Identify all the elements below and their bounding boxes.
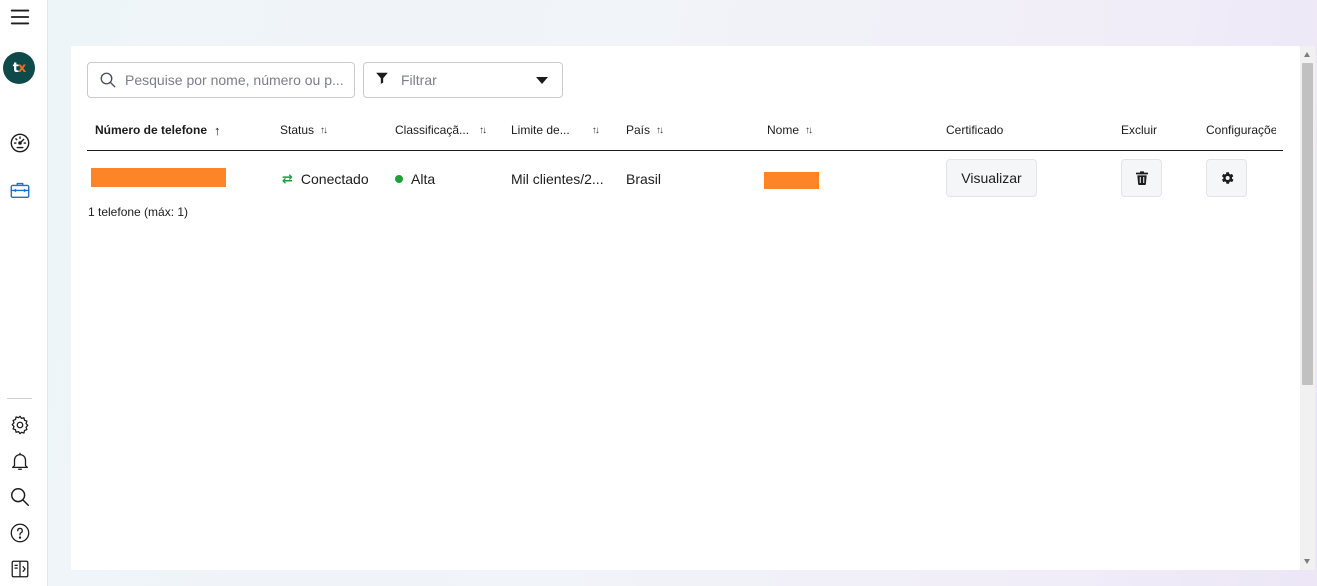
column-header-limit[interactable]: Limite de... ↑↓	[511, 123, 600, 137]
content-card	[71, 46, 1300, 570]
column-label: País	[626, 123, 651, 137]
column-label: Limite de...	[511, 123, 570, 137]
country-cell: Brasil	[626, 171, 662, 187]
connected-arrows-icon: ⇄	[282, 171, 293, 186]
column-header-settings: Configuraçõe	[1206, 123, 1276, 137]
limit-cell: Mil clientes/2...	[511, 171, 604, 187]
menu-icon[interactable]	[7, 4, 33, 30]
redacted-name	[764, 172, 819, 189]
gear-icon[interactable]	[7, 412, 33, 438]
dashboard-icon[interactable]	[7, 130, 33, 156]
search-icon[interactable]	[7, 484, 33, 510]
delete-button[interactable]	[1121, 159, 1162, 197]
scrollbar-thumb[interactable]	[1302, 63, 1313, 385]
column-header-name[interactable]: Nome ↑↓	[767, 123, 813, 137]
redacted-phone-number	[91, 168, 226, 187]
sort-icon: ↑↓	[320, 124, 328, 136]
rating-cell: Alta	[395, 171, 435, 187]
sort-icon: ↑↓	[479, 124, 487, 136]
column-header-rating[interactable]: Classificaçã... ↑↓	[395, 123, 487, 137]
column-label: Número de telefone	[95, 123, 208, 137]
briefcase-icon[interactable]	[7, 177, 33, 203]
rating-text: Alta	[411, 171, 436, 187]
column-label: Status	[280, 123, 315, 137]
app-logo[interactable]: tx	[3, 52, 35, 84]
rating-dot-icon	[395, 175, 403, 183]
chevron-down-icon	[536, 77, 548, 84]
search-icon	[100, 72, 116, 88]
panel-toggle-icon[interactable]	[7, 556, 33, 582]
column-header-certificate: Certificado	[946, 123, 1003, 137]
column-label: Nome	[767, 123, 800, 137]
view-certificate-button[interactable]: Visualizar	[946, 159, 1037, 197]
scroll-up-arrow-icon[interactable]	[1304, 52, 1310, 57]
sort-icon: ↑↓	[656, 124, 664, 136]
help-icon[interactable]	[7, 520, 33, 546]
trash-icon	[1135, 171, 1148, 186]
bell-icon[interactable]	[7, 448, 33, 474]
sort-icon: ↑↓	[591, 124, 600, 136]
table-header-divider	[87, 150, 1283, 151]
gear-icon	[1221, 172, 1233, 184]
column-header-status[interactable]: Status ↑↓	[280, 123, 328, 137]
status-cell: ⇄ Conectado	[282, 171, 369, 187]
filter-dropdown[interactable]: Filtrar	[363, 62, 563, 98]
search-input[interactable]	[125, 72, 345, 88]
column-label: Configuraçõe	[1206, 123, 1276, 137]
sort-icon: ↑↓	[805, 124, 813, 136]
column-header-phone[interactable]: Número de telefone ↑	[95, 122, 221, 138]
filter-label: Filtrar	[401, 72, 437, 88]
sort-ascending-icon: ↑	[214, 122, 221, 138]
status-text: Conectado	[300, 171, 369, 187]
column-label: Certificado	[946, 123, 1004, 137]
search-box[interactable]	[87, 62, 355, 98]
funnel-icon	[375, 71, 389, 90]
column-header-country[interactable]: País ↑↓	[626, 123, 664, 137]
sidebar-divider	[7, 398, 32, 399]
logo-text-accent: x	[17, 60, 26, 76]
column-label: Excluir	[1121, 123, 1158, 137]
column-label: Classificaçã...	[395, 123, 470, 137]
scroll-down-arrow-icon[interactable]	[1304, 559, 1310, 564]
settings-button[interactable]	[1206, 159, 1247, 197]
column-header-delete: Excluir	[1121, 123, 1157, 137]
sidebar: tx	[0, 0, 48, 586]
phone-count: 1 telefone (máx: 1)	[88, 205, 189, 219]
vertical-scrollbar[interactable]	[1300, 46, 1315, 570]
